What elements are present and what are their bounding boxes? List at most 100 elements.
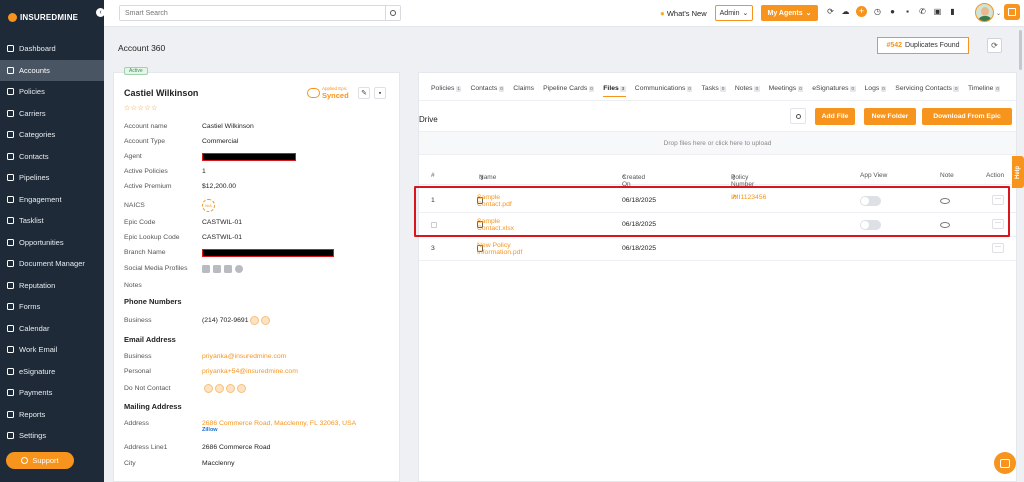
- tab-claims[interactable]: Claims: [513, 85, 534, 92]
- tab-timeline[interactable]: Timeline 0: [968, 85, 1001, 92]
- sidebar-item-reports[interactable]: Reports: [0, 404, 104, 426]
- chat-button[interactable]: [994, 452, 1016, 474]
- sidebar-item-categories[interactable]: Categories: [0, 124, 104, 146]
- zillow-link[interactable]: Zillow: [202, 427, 356, 433]
- tab-count: 0: [797, 85, 804, 92]
- message-icon[interactable]: ▪: [903, 7, 912, 16]
- mail-block-icon[interactable]: [237, 384, 246, 393]
- sidebar-item-esignature[interactable]: eSignature: [0, 361, 104, 383]
- sidebar-item-contacts[interactable]: Contacts: [0, 146, 104, 168]
- chip-icon[interactable]: ▣: [933, 7, 942, 16]
- field-label: Account name: [124, 123, 168, 130]
- sidebar-item-forms[interactable]: Forms: [0, 296, 104, 318]
- field-phone-business: Business (214) 702-9691: [124, 316, 271, 325]
- user-avatar[interactable]: [975, 3, 994, 22]
- add-file-button[interactable]: Add File: [815, 108, 855, 125]
- sidebar-item-calendar[interactable]: Calendar: [0, 318, 104, 340]
- sidebar-item-engagement[interactable]: Engagement: [0, 189, 104, 211]
- search-input[interactable]: [120, 6, 385, 20]
- help-tab[interactable]: Help: [1012, 156, 1024, 188]
- naics-badge-icon[interactable]: N/A: [202, 199, 215, 212]
- edit-account-button[interactable]: ✎: [358, 87, 370, 99]
- file-name-link[interactable]: New Policy Information.pdf: [477, 242, 522, 256]
- sidebar-item-carriers[interactable]: Carriers: [0, 103, 104, 125]
- tab-contacts[interactable]: Contacts 0: [470, 85, 505, 92]
- sidebar-item-pipelines[interactable]: Pipelines: [0, 167, 104, 189]
- sidebar-item-reputation[interactable]: Reputation: [0, 275, 104, 297]
- field-value: Macclenny: [202, 460, 235, 467]
- support-button[interactable]: Support: [6, 452, 74, 469]
- tab-count: 0: [686, 85, 693, 92]
- delete-account-button[interactable]: ▪: [374, 87, 386, 99]
- tab-policies[interactable]: Policies 1: [431, 85, 462, 92]
- sidebar-item-dashboard[interactable]: Dashboard: [0, 38, 104, 60]
- brand-app-icon[interactable]: [1004, 4, 1020, 20]
- field-value: Commercial: [202, 138, 239, 145]
- sidebar-item-label: Document Manager: [19, 259, 85, 269]
- search-button[interactable]: [385, 6, 400, 20]
- user-menu-chevron-icon[interactable]: ⌄: [996, 10, 1001, 17]
- tab-pipeline-cards[interactable]: Pipeline Cards 0: [543, 85, 595, 92]
- sms-icon[interactable]: [261, 316, 271, 325]
- battery-icon[interactable]: ▮: [948, 7, 957, 16]
- tab-tasks[interactable]: Tasks 0: [701, 85, 726, 92]
- tab-esignatures[interactable]: eSignatures 0: [812, 85, 856, 92]
- email-link[interactable]: priyanka+54@insuredmine.com: [202, 368, 298, 375]
- table-row[interactable]: 3 New Policy Information.pdf 06/18/2025 …: [419, 237, 1016, 261]
- user-icon: [7, 66, 14, 74]
- whats-new-link[interactable]: ● What's New: [660, 9, 707, 18]
- file-name: New Policy Information.pdf: [477, 241, 523, 256]
- sidebar-item-opportunities[interactable]: Opportunities: [0, 232, 104, 254]
- refresh-icon[interactable]: ⟳: [987, 38, 1002, 53]
- cloud-icon[interactable]: ☁: [841, 7, 850, 16]
- admin-dropdown[interactable]: Admin ⌄: [715, 5, 753, 21]
- star-rating[interactable]: ☆☆☆☆☆: [124, 104, 158, 112]
- my-agents-dropdown[interactable]: My Agents ⌄: [761, 5, 818, 21]
- linkedin-icon[interactable]: [202, 265, 210, 273]
- sidebar-item-accounts[interactable]: Accounts: [0, 59, 104, 81]
- sms-block-icon[interactable]: [215, 384, 224, 393]
- twitter-icon[interactable]: [224, 265, 232, 273]
- sidebar-item-policies[interactable]: Policies: [0, 81, 104, 103]
- tab-label: Communications: [634, 85, 686, 92]
- field-value: CASTWIL-01: [202, 219, 243, 226]
- sidebar-item-settings[interactable]: Settings: [0, 425, 104, 447]
- duplicates-count: #542: [886, 42, 903, 49]
- tab-notes[interactable]: Notes 0: [735, 85, 760, 92]
- tab-meetings[interactable]: Meetings 0: [769, 85, 804, 92]
- add-icon[interactable]: +: [856, 6, 867, 17]
- address-link[interactable]: 2686 Commerce Road, Macclenny, FL 32063,…: [202, 420, 356, 427]
- account-name-heading: Castiel Wilkinson: [124, 88, 199, 98]
- more-actions-button[interactable]: ···: [992, 243, 1004, 253]
- notification-bell-icon[interactable]: ●: [888, 7, 897, 16]
- insuredmine-logo[interactable]: INSUREDMINE: [8, 13, 78, 22]
- clock-icon[interactable]: ◷: [873, 7, 882, 16]
- email-block-icon[interactable]: [204, 384, 213, 393]
- phone-icon[interactable]: ✆: [918, 7, 927, 16]
- globe-icon[interactable]: [235, 265, 243, 273]
- tab-label: Logs: [864, 85, 880, 92]
- tab-logs[interactable]: Logs 0: [865, 85, 887, 92]
- field-do-not-contact: Do Not Contact: [124, 384, 246, 393]
- call-icon[interactable]: [250, 316, 260, 325]
- sync-icon[interactable]: ⟳: [826, 7, 835, 16]
- download-from-epic-button[interactable]: Download From Epic: [922, 108, 1012, 125]
- page-scrollbar[interactable]: [1019, 30, 1022, 70]
- tab-communications[interactable]: Communications 0: [635, 85, 693, 92]
- tab-files[interactable]: Files 3: [603, 85, 626, 97]
- email-link[interactable]: priyanka@insuredmine.com: [202, 353, 286, 360]
- phone-block-icon[interactable]: [226, 384, 235, 393]
- tab-servicing-contacts[interactable]: Servicing Contacts 0: [895, 85, 959, 92]
- file-dropzone[interactable]: Drop files here or click here to upload: [419, 131, 1016, 155]
- sidebar-item-payments[interactable]: Payments: [0, 382, 104, 404]
- sidebar-item-document-manager[interactable]: Document Manager: [0, 253, 104, 275]
- sidebar-item-work-email[interactable]: Work Email: [0, 339, 104, 361]
- duplicates-found-button[interactable]: #542 Duplicates Found: [877, 37, 969, 54]
- new-folder-button[interactable]: New Folder: [864, 108, 916, 125]
- drive-search-button[interactable]: [790, 108, 806, 124]
- sidebar-item-label: eSignature: [19, 366, 56, 376]
- field-naics: NAICS N/A: [124, 199, 215, 212]
- facebook-icon[interactable]: [213, 265, 221, 273]
- sidebar-item-tasklist[interactable]: Tasklist: [0, 210, 104, 232]
- sidebar-nav: Dashboard Accounts Policies Carriers Cat…: [0, 38, 104, 447]
